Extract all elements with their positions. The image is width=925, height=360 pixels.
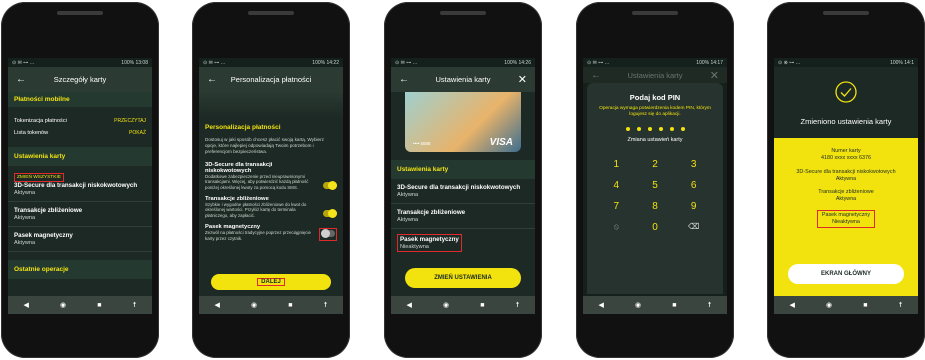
phone-2: ⊙ ✉ ⊶ … 100% 14:22 ← Personalizacja płatn… (192, 2, 350, 358)
screen-pin: ⊙ ✉ ⊶ … 100% 14:17 ← Ustawienia karty ✕ P… (583, 58, 727, 314)
setting-3ds[interactable]: 3D-Secure dla transakcji niskokwotowych A… (391, 179, 535, 204)
back-icon[interactable]: ← (16, 74, 26, 85)
back-icon[interactable]: ← (399, 74, 409, 85)
phone-4: ⊙ ✉ ⊶ … 100% 14:17 ← Ustawienia karty ✕ P… (576, 2, 734, 358)
toggle-3ds[interactable] (323, 180, 337, 190)
accessibility-icon[interactable]: ☨ (324, 301, 328, 309)
accessibility-icon[interactable]: ☨ (899, 301, 903, 309)
key-6[interactable]: 6 (674, 180, 713, 191)
section-heading: Personalizacja płatności (205, 124, 281, 131)
next-button[interactable]: DALEJ (211, 274, 331, 290)
home-screen-button[interactable]: EKRAN GŁÓWNY (788, 264, 904, 284)
page-title: Personalizacja płatności (230, 75, 312, 84)
home-nav-icon[interactable]: ◉ (826, 301, 832, 309)
key-3[interactable]: 3 (674, 159, 713, 170)
change-settings-button[interactable]: ZMIEŃ USTAWIENIA (405, 268, 521, 288)
system-nav: ◀ ◉ ■ ☨ (8, 296, 152, 314)
screen-success: ⊙ ⊗ ⊶ … 100% 14:1 Zmieniono ustawienia ka… (774, 58, 918, 314)
key-2[interactable]: 2 (636, 159, 675, 170)
card-image: •••• 5888 VISA (405, 92, 521, 152)
back-nav-icon[interactable]: ◀ (215, 301, 220, 309)
delete-icon[interactable]: ⌫ (674, 222, 713, 233)
tokens-row[interactable]: Lista tokenów POKAŻ (8, 127, 152, 139)
key-1[interactable]: 1 (597, 159, 636, 170)
card-image (199, 92, 343, 118)
recents-nav-icon[interactable]: ■ (672, 302, 676, 309)
summary-panel: Numer karty 4180 xxxx xxxx 6376 3D-Secur… (774, 138, 918, 296)
accessibility-icon[interactable]: ☨ (708, 301, 712, 309)
pin-heading: Podaj kod PIN (629, 93, 681, 102)
screen-personalization: ⊙ ✉ ⊶ … 100% 14:22 ← Personalizacja płatn… (199, 58, 343, 314)
toggle-magstripe[interactable] (321, 228, 335, 238)
setting-contactless[interactable]: Transakcje zbliżeniowe Aktywna (391, 204, 535, 229)
back-icon[interactable]: ← (207, 74, 217, 85)
home-nav-icon[interactable]: ◉ (60, 301, 66, 309)
tokenization-row[interactable]: Tokenizacja płatności PRZECZYTAJ (8, 115, 152, 127)
setting-magstripe[interactable]: Pasek magnetyczny Aktywna (8, 227, 152, 252)
home-nav-icon[interactable]: ◉ (443, 301, 449, 309)
close-icon[interactable]: ✕ (518, 73, 527, 86)
fingerprint-icon[interactable]: ⦸ (597, 222, 636, 233)
phone-5: ⊙ ⊗ ⊶ … 100% 14:1 Zmieniono ustawienia ka… (767, 2, 925, 358)
key-9[interactable]: 9 (674, 201, 713, 212)
success-title: Zmieniono ustawienia karty (800, 117, 892, 126)
phone-1: ⊙ ✉ ⊶ … 100% 13:08 ← Szczegóły karty Płat… (1, 2, 159, 358)
app-bar: ← Szczegóły karty (8, 67, 152, 92)
key-4[interactable]: 4 (597, 180, 636, 191)
recents-nav-icon[interactable]: ■ (97, 302, 101, 309)
recents-nav-icon[interactable]: ■ (288, 302, 292, 309)
change-all-button[interactable]: ZMIEŃ WSZYSTKIE (14, 173, 64, 182)
visa-logo: VISA (489, 137, 513, 148)
back-icon: ← (591, 69, 601, 81)
recents-nav-icon[interactable]: ■ (480, 302, 484, 309)
check-circle-icon (835, 81, 857, 103)
accessibility-icon[interactable]: ☨ (133, 301, 137, 309)
page-title: Ustawienia karty (435, 75, 491, 84)
key-8[interactable]: 8 (636, 201, 675, 212)
pin-dots (587, 126, 723, 131)
home-nav-icon[interactable]: ◉ (635, 301, 641, 309)
toggle-contactless[interactable] (323, 208, 337, 218)
back-nav-icon[interactable]: ◀ (407, 301, 412, 309)
screen-card-details: ⊙ ✉ ⊶ … 100% 13:08 ← Szczegóły karty Płat… (8, 58, 152, 314)
pin-keypad: 1 2 3 4 5 6 7 8 9 ⦸ 0 ⌫ (587, 153, 723, 239)
back-nav-icon[interactable]: ◀ (790, 301, 795, 309)
page-title: Szczegóły karty (53, 75, 107, 84)
close-icon: ✕ (709, 69, 719, 82)
screen-card-settings: ⊙ ✉ ⊶ … 100% 14:26 ← Ustawienia karty ✕ •… (391, 58, 535, 314)
key-5[interactable]: 5 (636, 180, 675, 191)
setting-contactless[interactable]: Transakcje zbliżeniowe Aktywna (8, 202, 152, 227)
home-nav-icon[interactable]: ◉ (251, 301, 257, 309)
key-7[interactable]: 7 (597, 201, 636, 212)
back-nav-icon[interactable]: ◀ (24, 301, 29, 309)
back-nav-icon[interactable]: ◀ (599, 301, 604, 309)
recents-nav-icon[interactable]: ■ (863, 302, 867, 309)
pin-sheet: Podaj kod PIN Operacja wymaga potwierdze… (587, 83, 723, 294)
accessibility-icon[interactable]: ☨ (516, 301, 520, 309)
setting-magstripe[interactable]: Pasek magnetyczny Nieaktywna (391, 229, 535, 257)
key-0[interactable]: 0 (636, 222, 675, 233)
phone-3: ⊙ ✉ ⊶ … 100% 14:26 ← Ustawienia karty ✕ •… (384, 2, 542, 358)
setting-3ds[interactable]: 3D-Secure dla transakcji niskokwotowych A… (8, 180, 152, 202)
